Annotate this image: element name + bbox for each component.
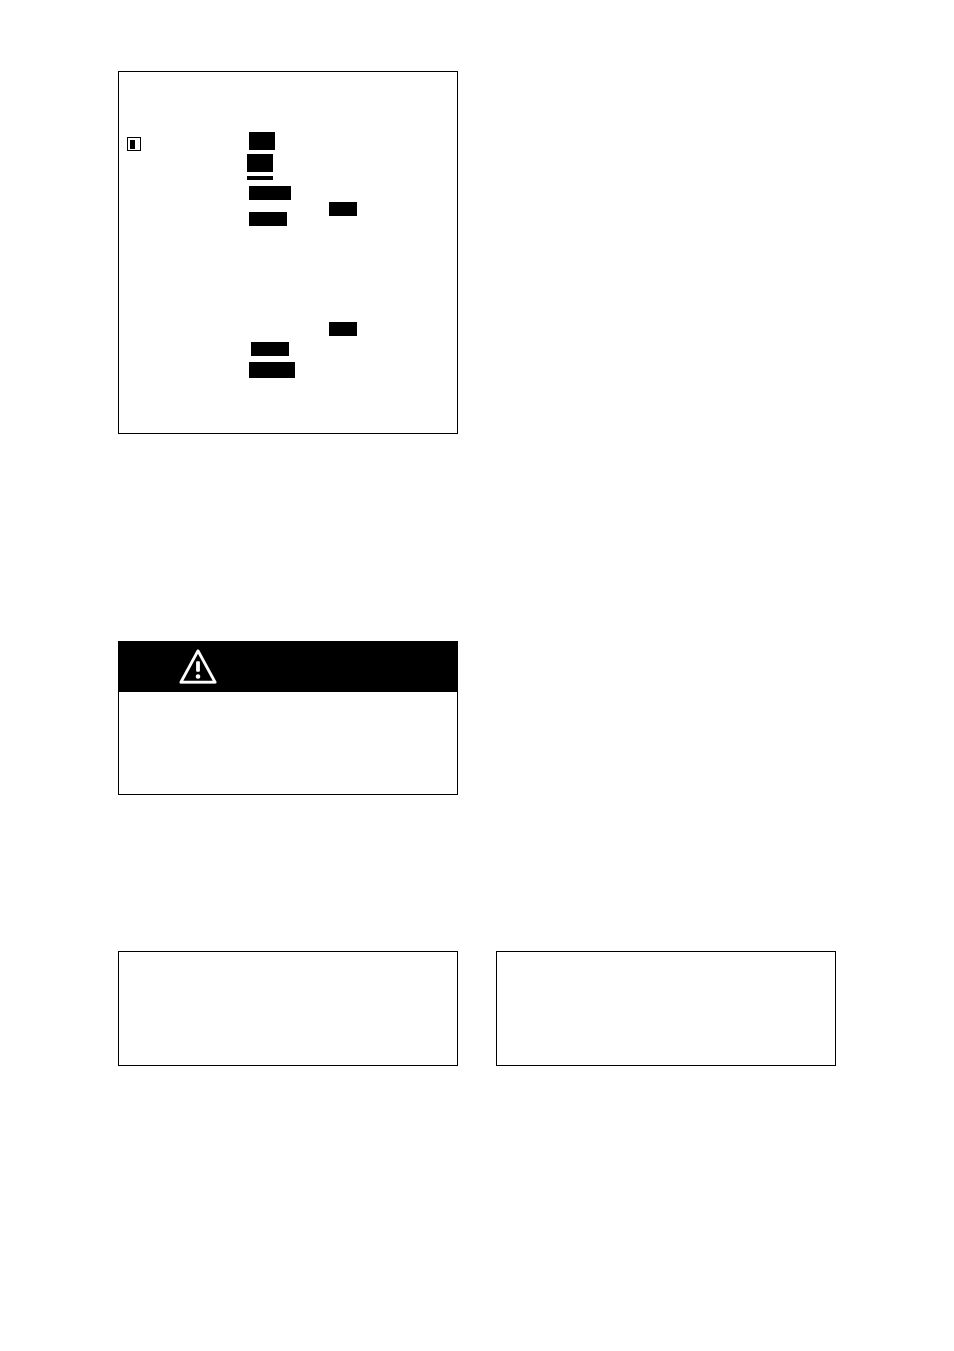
tip-box-left bbox=[118, 951, 458, 1066]
bar-lower-1 bbox=[251, 342, 289, 356]
warning-triangle-icon bbox=[179, 648, 217, 686]
callout-number-mark bbox=[130, 140, 135, 149]
bar-upper-4 bbox=[249, 186, 291, 200]
bar-lower-right bbox=[329, 322, 357, 336]
warning-box bbox=[118, 641, 458, 795]
tip-box-right bbox=[496, 951, 836, 1066]
figure-box bbox=[118, 71, 458, 434]
bar-upper-1 bbox=[249, 132, 275, 150]
warning-header bbox=[119, 642, 457, 692]
warning-body bbox=[119, 692, 457, 794]
bar-lower-2 bbox=[249, 362, 295, 378]
bar-upper-5 bbox=[249, 212, 287, 226]
bar-upper-3 bbox=[247, 176, 273, 180]
bar-lower-gap bbox=[251, 356, 289, 360]
bar-upper-right bbox=[329, 202, 357, 216]
bar-upper-2 bbox=[247, 154, 273, 172]
